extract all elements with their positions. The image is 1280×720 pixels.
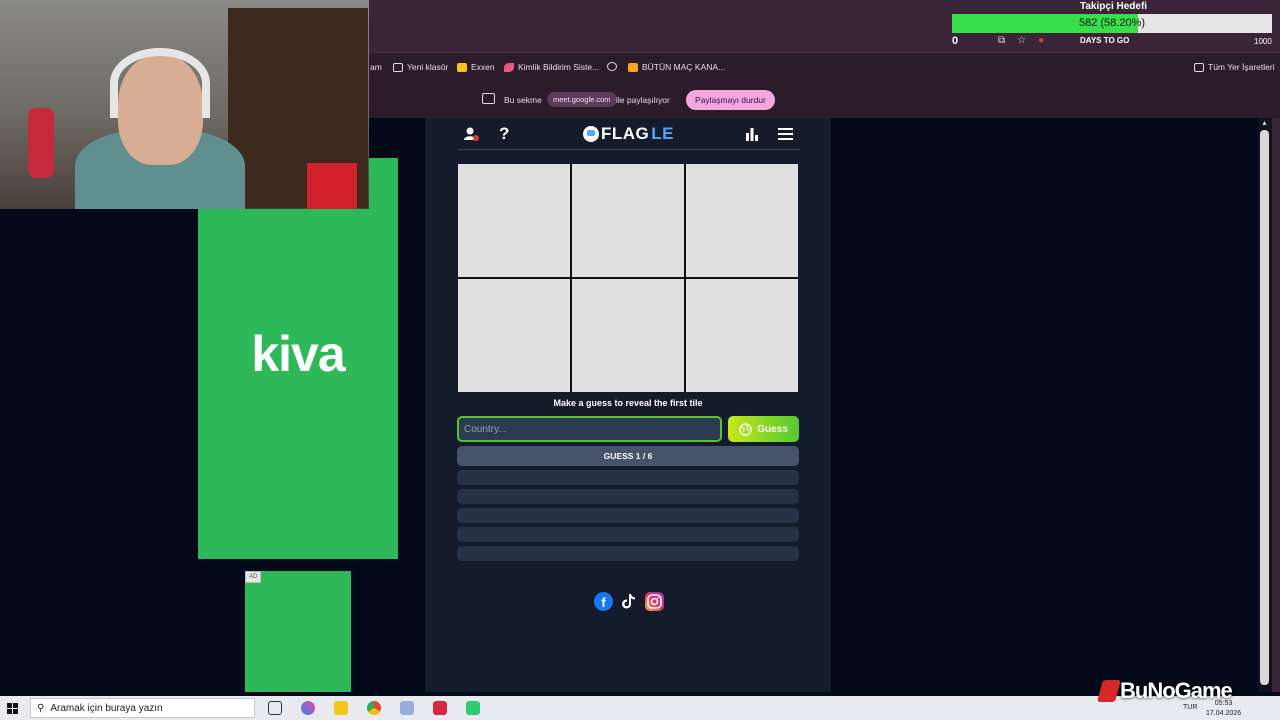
feather-icon xyxy=(504,62,514,72)
jp-icon xyxy=(628,62,638,72)
chrome-icon[interactable] xyxy=(367,701,381,715)
tray-date: 17.04.2026 xyxy=(1206,710,1242,717)
advertisement-small[interactable] xyxy=(245,571,351,692)
hint-text: Make a guess to reveal the first tile xyxy=(553,398,703,408)
follower-goal-target: 1000 xyxy=(1254,37,1272,46)
logo-accent: LE xyxy=(651,124,675,143)
extension-icon[interactable]: ● xyxy=(1038,35,1044,46)
guess-slot xyxy=(457,489,799,504)
globe-icon xyxy=(739,422,752,436)
menu-icon[interactable] xyxy=(778,128,793,140)
globe-icon xyxy=(607,62,617,71)
facebook-icon[interactable]: f xyxy=(594,592,613,611)
copilot-icon[interactable] xyxy=(301,701,315,715)
guess-slot xyxy=(457,508,799,523)
ad-logo: kiva xyxy=(251,326,345,382)
stop-sharing-button[interactable]: Paylaşmayı durdur xyxy=(686,90,775,110)
file-explorer-icon[interactable] xyxy=(334,701,348,715)
bookmark-yeni-klasor[interactable]: Yeni klasör xyxy=(393,62,448,72)
webcam-overlay xyxy=(0,0,369,209)
guess-slot xyxy=(457,546,799,561)
channel-watermark: BuNoGame xyxy=(1097,678,1233,704)
exxen-icon xyxy=(457,62,467,72)
window-border xyxy=(1272,118,1280,692)
task-view-icon[interactable] xyxy=(268,701,282,715)
bookmark-globe[interactable] xyxy=(607,62,617,71)
follower-goal-progress: 582 (58.20%) xyxy=(1078,17,1146,29)
share-url: meet.google.com xyxy=(547,92,617,107)
days-to-go-text: DAYS TO GO xyxy=(1080,36,1130,45)
guess-button[interactable]: Guess xyxy=(728,416,799,442)
app-icon[interactable] xyxy=(433,701,447,715)
windows-start-icon[interactable] xyxy=(7,703,18,714)
stats-icon[interactable] xyxy=(745,127,759,141)
share-text-after: ile paylaşılıyor xyxy=(616,95,670,105)
flag-tile xyxy=(572,279,684,392)
bookmark-item[interactable]: am xyxy=(370,62,382,72)
webcam-microphone xyxy=(28,108,54,178)
share-text: Bu sekme xyxy=(504,95,542,105)
watermark-logo-icon xyxy=(1097,680,1121,702)
help-icon[interactable]: ? xyxy=(499,124,509,144)
folder-icon xyxy=(393,62,403,72)
guess-slot xyxy=(457,470,799,485)
flag-tile xyxy=(458,279,570,392)
instagram-icon[interactable] xyxy=(645,592,664,611)
logo-globe-icon xyxy=(583,126,599,142)
webcam-flag xyxy=(307,163,357,209)
folder-icon xyxy=(1194,62,1204,72)
app-icon[interactable] xyxy=(466,701,480,715)
bookmark-butun-mac[interactable]: BÜTÜN MAÇ KANA... xyxy=(628,62,725,72)
screen-share-icon xyxy=(482,93,495,104)
flagle-logo: FLAG LE xyxy=(583,124,674,144)
watermark-text: BuNoGame xyxy=(1120,678,1233,703)
star-icon[interactable]: ☆ xyxy=(1017,35,1026,46)
bookmark-kimlik-bildirim[interactable]: Kimlik Bildirim Siste... xyxy=(504,62,599,72)
follower-goal-current: 0 xyxy=(952,35,959,47)
taskbar-search-placeholder: Aramak için buraya yazın xyxy=(50,702,163,714)
flag-tile xyxy=(686,279,798,392)
guess-counter: GUESS 1 / 6 xyxy=(457,446,799,466)
tiktok-icon[interactable] xyxy=(619,592,638,611)
flag-tile xyxy=(572,164,684,277)
tray-language[interactable]: TUR xyxy=(1183,704,1197,711)
flag-tile xyxy=(686,164,798,277)
search-icon: ⚲ xyxy=(37,702,45,714)
webcam-headset xyxy=(110,48,210,118)
cast-icon[interactable]: ⧉ xyxy=(998,35,1005,46)
logo-main: FLAG xyxy=(601,124,650,143)
scroll-up-arrow[interactable]: ▲ xyxy=(1261,120,1268,127)
guess-button-label: Guess xyxy=(757,423,788,435)
bookmark-all[interactable]: Tüm Yer İşaretleri xyxy=(1194,62,1275,72)
user-icon[interactable] xyxy=(463,126,479,142)
scrollbar-thumb[interactable] xyxy=(1260,130,1269,685)
taskbar-search[interactable]: ⚲ Aramak için buraya yazın xyxy=(30,698,255,718)
app-icon[interactable] xyxy=(400,701,414,715)
ad-badge: AD xyxy=(245,571,262,583)
follower-goal-title: Takipçi Hedefi xyxy=(1080,1,1148,12)
bookmark-exxen[interactable]: Exxen xyxy=(457,62,495,72)
country-input[interactable] xyxy=(457,416,722,442)
browser-toolbar-icons: ⧉ ☆ ● xyxy=(998,35,1044,46)
flag-tile-grid xyxy=(458,164,798,392)
flag-tile xyxy=(458,164,570,277)
guess-slot xyxy=(457,527,799,542)
